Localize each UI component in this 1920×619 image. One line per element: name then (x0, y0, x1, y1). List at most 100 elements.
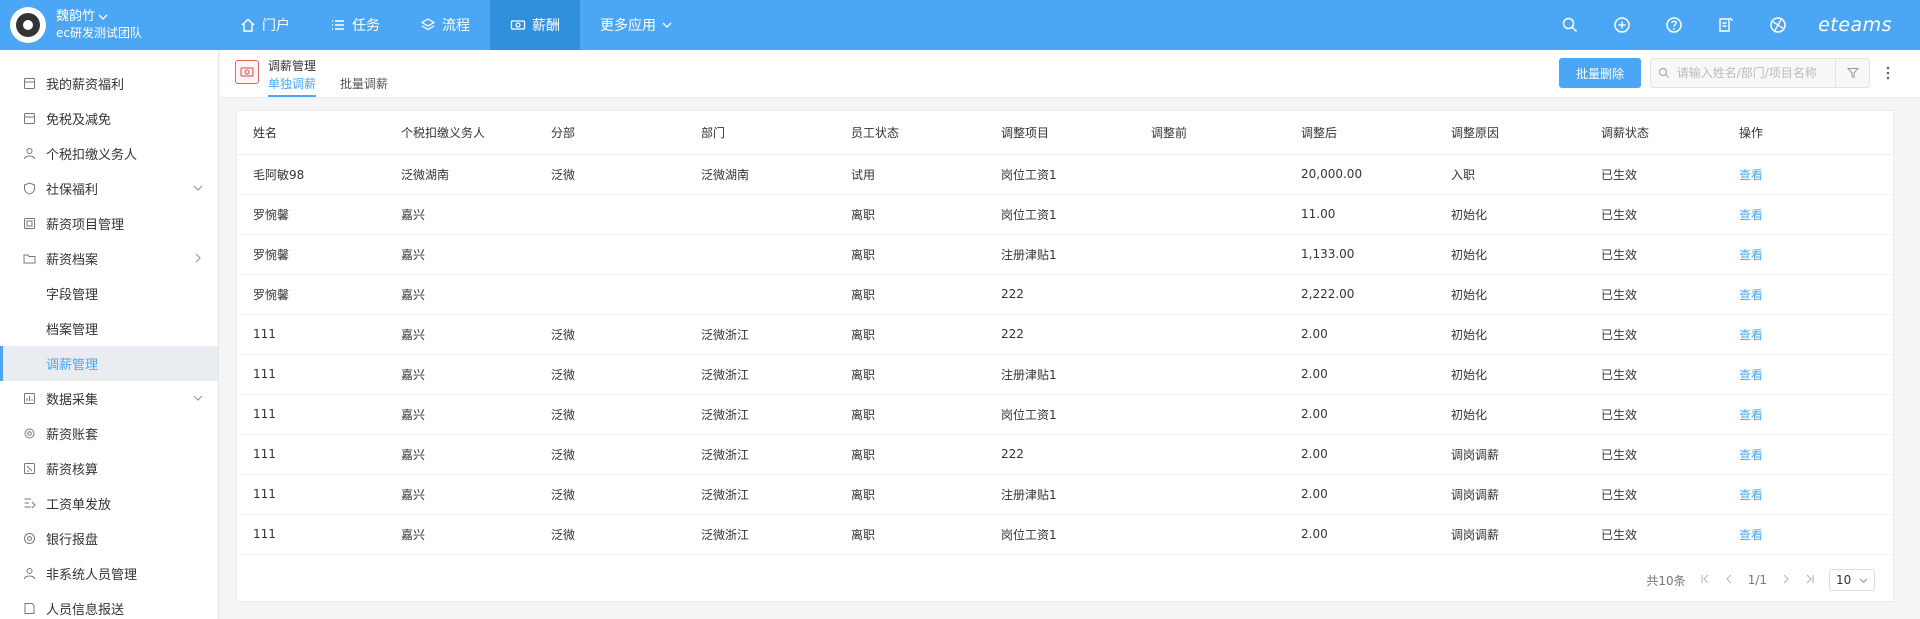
page-size-select[interactable]: 10 (1829, 569, 1875, 591)
sidebar-item-withholding-agent[interactable]: 个税扣缴义务人 (0, 136, 218, 171)
sidebar-item-archive-management[interactable]: 档案管理 (0, 311, 218, 346)
table-cell: 岗位工资1 (985, 394, 1135, 435)
sidebar-item-salary-account-set[interactable]: 薪资账套 (0, 416, 218, 451)
table-card: 姓名 个税扣缴义务人 分部 部门 员工状态 调整项目 调整前 调整后 调整原因 … (236, 110, 1894, 602)
sidebar-item-label: 个税扣缴义务人 (46, 148, 138, 163)
view-link[interactable]: 查看 (1723, 274, 1893, 315)
add-button[interactable] (1596, 0, 1648, 50)
sidebar-item-salary-calculation[interactable]: 薪资核算 (0, 451, 218, 486)
nav-more-apps[interactable]: 更多应用 (580, 0, 692, 50)
view-link[interactable]: 查看 (1723, 514, 1893, 555)
sidebar-item-salary-adjustment[interactable]: 调薪管理 (0, 346, 218, 381)
view-link[interactable]: 查看 (1723, 394, 1893, 435)
view-link[interactable]: 查看 (1723, 314, 1893, 355)
sidebar-item-salary-items[interactable]: 薪资项目管理 (0, 206, 218, 241)
team-name: ec研发测试团队 (56, 26, 142, 40)
sidebar-item-non-system-staff[interactable]: 非系统人员管理 (0, 556, 218, 591)
view-link[interactable]: 查看 (1723, 354, 1893, 395)
table-cell: 222 (985, 314, 1135, 355)
sidebar-item-tax-exemption[interactable]: 免税及减免 (0, 101, 218, 136)
prev-page-button[interactable] (1724, 573, 1734, 587)
nav-workflow[interactable]: 流程 (400, 0, 490, 50)
nav-home[interactable]: 门户 (220, 0, 310, 50)
notes-button[interactable] (1700, 0, 1752, 50)
view-link[interactable]: 查看 (1723, 194, 1893, 235)
help-icon (1666, 17, 1682, 33)
table-cell: 已生效 (1585, 434, 1723, 475)
table-cell: 初始化 (1435, 314, 1585, 355)
table-cell: 嘉兴 (385, 274, 535, 315)
column-header: 个税扣缴义务人 (385, 111, 535, 155)
column-header: 调薪状态 (1585, 111, 1723, 155)
module-icon (235, 60, 259, 84)
table-cell: 20,000.00 (1285, 154, 1435, 195)
sidebar-item-label: 非系统人员管理 (46, 568, 138, 583)
sidebar-item-label: 调薪管理 (46, 358, 99, 373)
nav-tasks-label: 任务 (352, 18, 380, 34)
sidebar-item-field-management[interactable]: 字段管理 (0, 276, 218, 311)
table-row: 罗惋馨 嘉兴 离职 注册津贴1 1,133.00 初始化 已生效 查看 (237, 234, 1893, 275)
tab-batch-adjustment[interactable]: 批量调薪 (340, 75, 388, 97)
sidebar-item-social-security[interactable]: 社保福利 (0, 171, 218, 206)
sidebar-item-label: 档案管理 (46, 323, 99, 338)
table-cell (685, 194, 835, 235)
sidebar-item-label: 薪资档案 (46, 253, 99, 268)
search-button[interactable] (1544, 0, 1596, 50)
table-cell: 111 (237, 314, 385, 355)
filter-button[interactable] (1835, 59, 1869, 87)
table-row: 111 嘉兴 泛微 泛微浙江 离职 注册津贴1 2.00 初始化 已生效 查看 (237, 354, 1893, 395)
view-link[interactable]: 查看 (1723, 234, 1893, 275)
view-link[interactable]: 查看 (1723, 154, 1893, 195)
table-cell (1135, 514, 1285, 555)
table-cell: 试用 (835, 154, 985, 195)
table-cell: 泛微湖南 (685, 154, 835, 195)
doc-icon (23, 218, 35, 229)
table-cell: 泛微浙江 (685, 474, 835, 515)
nav-workflow-label: 流程 (442, 18, 470, 34)
sidebar-item-salary-archive[interactable]: 薪资档案 (0, 241, 218, 276)
data-icon (23, 393, 35, 404)
sidebar-item-payslip[interactable]: 工资单发放 (0, 486, 218, 521)
eteams-logo[interactable]: eteams (1818, 14, 1892, 36)
first-page-button[interactable] (1700, 573, 1710, 587)
table-cell: 罗惋馨 (237, 234, 385, 275)
notes-icon (1719, 17, 1734, 32)
explore-button[interactable] (1752, 0, 1804, 50)
table-cell (1135, 314, 1285, 355)
search-input[interactable] (1676, 66, 1836, 80)
table-cell: 入职 (1435, 154, 1585, 195)
chevron-left-icon (1725, 574, 1732, 584)
table-cell (1135, 154, 1285, 195)
sidebar-item-personnel-report[interactable]: 人员信息报送 (0, 591, 218, 619)
brand-area[interactable]: 魏韵竹 ec研发测试团队 (0, 0, 220, 50)
column-header: 调整前 (1135, 111, 1285, 155)
table-cell (1135, 234, 1285, 275)
batch-delete-button[interactable]: 批量删除 (1559, 58, 1641, 88)
more-options-button[interactable] (1878, 62, 1898, 84)
view-link[interactable]: 查看 (1723, 474, 1893, 515)
sidebar-item-data-collection[interactable]: 数据采集 (0, 381, 218, 416)
nav-tasks[interactable]: 任务 (310, 0, 400, 50)
next-page-button[interactable] (1781, 573, 1791, 587)
table-cell: 已生效 (1585, 474, 1723, 515)
table-cell: 嘉兴 (385, 194, 535, 235)
sidebar-item-bank-report[interactable]: 银行报盘 (0, 521, 218, 556)
user-name: 魏韵竹 (56, 9, 96, 24)
table-cell: 离职 (835, 274, 985, 315)
view-link[interactable]: 查看 (1723, 434, 1893, 475)
sidebar-item-label: 银行报盘 (46, 533, 99, 548)
table-cell: 离职 (835, 354, 985, 395)
table-cell (1135, 474, 1285, 515)
table-cell: 已生效 (1585, 354, 1723, 395)
table-cell: 嘉兴 (385, 474, 535, 515)
sidebar-item-my-salary[interactable]: 我的薪资福利 (0, 66, 218, 101)
help-button[interactable] (1648, 0, 1700, 50)
tab-single-adjustment[interactable]: 单独调薪 (268, 75, 317, 97)
chevron-down-icon (662, 22, 672, 28)
last-page-button[interactable] (1805, 573, 1815, 587)
table-cell: 2.00 (1285, 514, 1435, 555)
nav-salary[interactable]: 薪酬 (490, 0, 580, 50)
table-cell: 已生效 (1585, 154, 1723, 195)
report-icon (24, 603, 34, 614)
table-cell (1135, 394, 1285, 435)
